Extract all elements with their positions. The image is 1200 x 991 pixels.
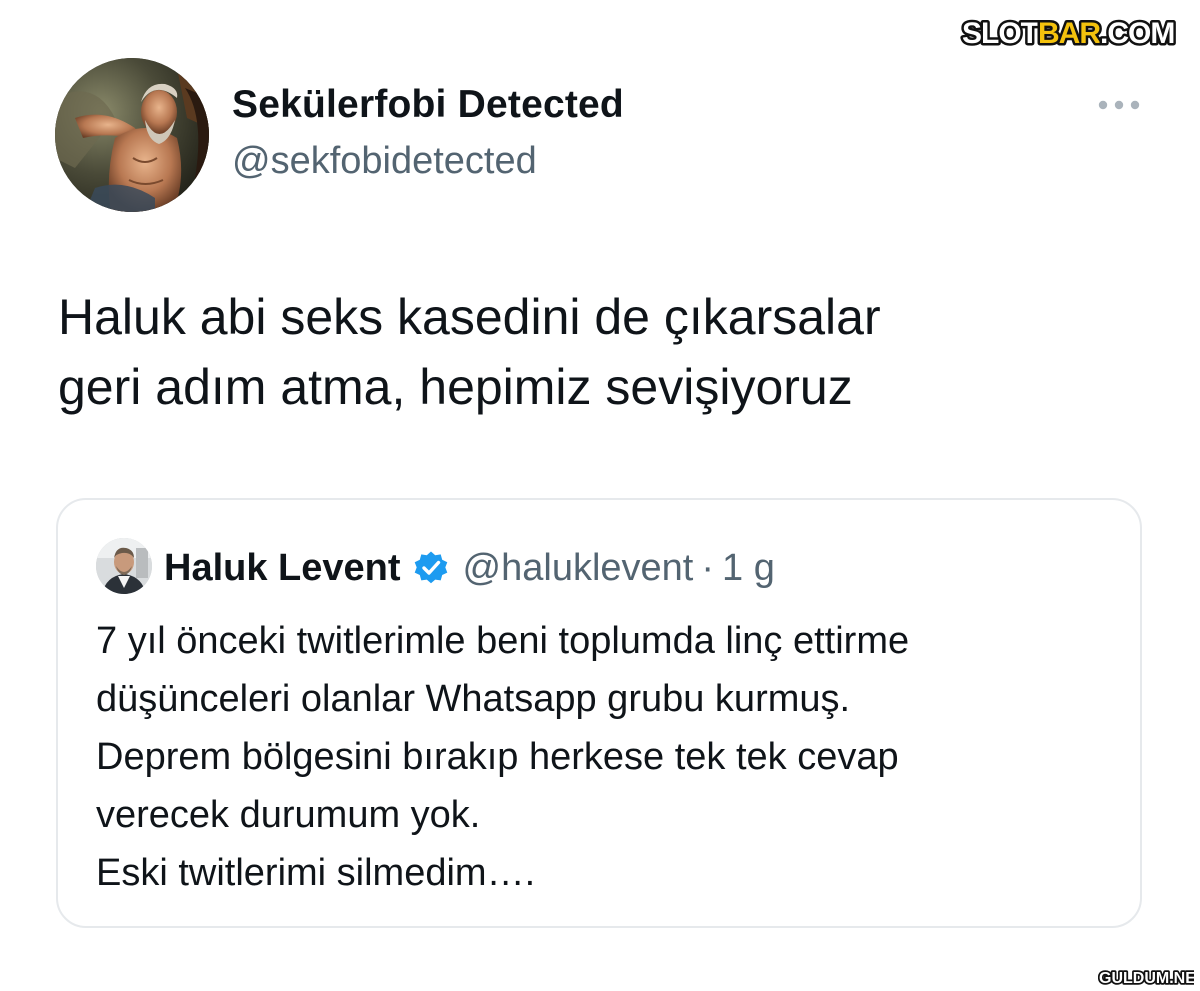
quoted-text-line: 7 yıl önceki twitlerimle beni toplumda l… (96, 620, 910, 662)
painting-avatar-icon (55, 58, 209, 212)
quoted-tweet-text: 7 yıl önceki twitlerimle beni toplumda l… (96, 612, 1126, 902)
quoted-tweet-timestamp[interactable]: 1 g (722, 547, 775, 590)
quoted-text-line: Eski twitlerimi silmedim…. (96, 852, 536, 894)
svg-text:GULDUM.NET: GULDUM.NET (1099, 970, 1194, 987)
quoted-tweet-header: Haluk Levent @haluklevent · 1 g (164, 544, 775, 592)
more-options-icon[interactable] (1094, 92, 1144, 118)
quoted-author-display-name[interactable]: Haluk Levent (164, 547, 401, 590)
quoted-tweet-card[interactable]: Haluk Levent @haluklevent · 1 g 7 yıl ön… (56, 498, 1142, 928)
tweet-text-line: Haluk abi seks kasedini de çıkarsalar (58, 289, 881, 345)
tweet-text-line: geri adım atma, hepimiz sevişiyoruz (58, 359, 853, 415)
slotbar-watermark-logo: SLOTBAR.COM (960, 15, 1178, 51)
quoted-author-handle[interactable]: @haluklevent (463, 547, 694, 590)
header-separator: · (701, 546, 715, 589)
profile-photo-avatar-icon (96, 538, 152, 594)
author-handle[interactable]: @sekfobidetected (232, 140, 537, 183)
svg-text:SLOTBAR.COM: SLOTBAR.COM (962, 17, 1174, 50)
quoted-text-line: düşünceleri olanlar Whatsapp grubu kurmu… (96, 678, 851, 720)
author-display-name[interactable]: Sekülerfobi Detected (232, 83, 624, 127)
quoted-author-avatar[interactable] (96, 538, 152, 594)
tweet-text: Haluk abi seks kasedini de çıkarsalar ge… (58, 282, 1148, 422)
verified-badge-icon[interactable] (413, 550, 449, 586)
quoted-text-line: Deprem bölgesini bırakıp herkese tek tek… (96, 736, 899, 778)
author-avatar[interactable] (55, 58, 209, 212)
guldum-watermark-logo: GULDUM.NET (1098, 968, 1194, 988)
quoted-text-line: verecek durumum yok. (96, 794, 481, 836)
